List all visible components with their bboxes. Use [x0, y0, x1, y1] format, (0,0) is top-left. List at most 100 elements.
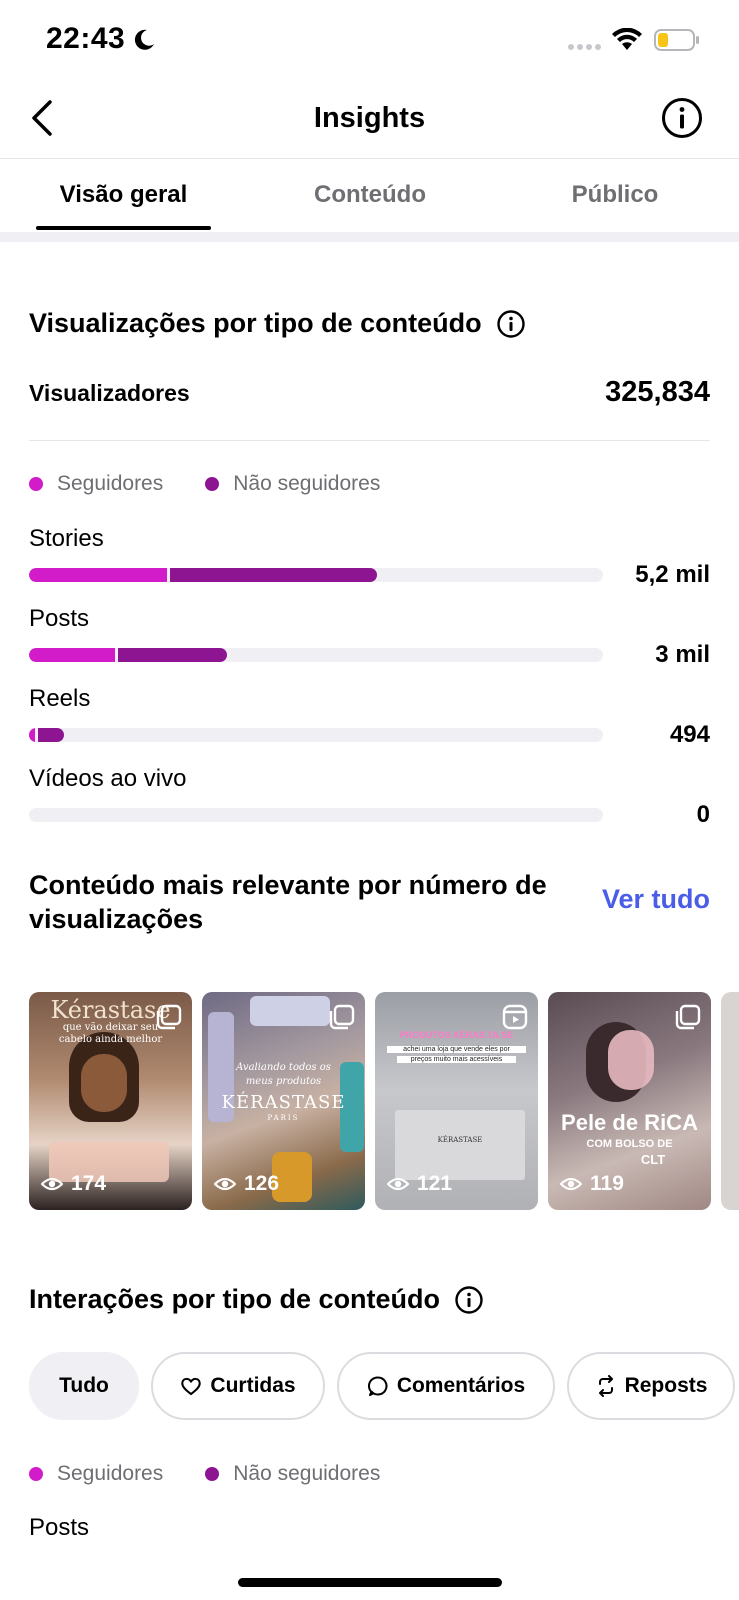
legend-non-followers: Não seguidores: [205, 472, 380, 496]
legend-followers-label: Seguidores: [57, 472, 164, 495]
bar-followers-segment: [29, 568, 167, 582]
legend-non-followers-label: Não seguidores: [233, 472, 381, 495]
tab-publico[interactable]: Público: [525, 181, 705, 209]
repost-icon: [598, 1375, 613, 1397]
interactions-legend: Seguidores Não seguidores: [29, 1462, 422, 1486]
interaction-filter-chips: Tudo Curtidas Comentários Reposts: [29, 1352, 739, 1420]
legend-followers-label: Seguidores: [57, 1462, 164, 1485]
reel-icon: [502, 1004, 528, 1030]
chip-curtidas[interactable]: Curtidas: [151, 1352, 325, 1420]
content-thumbnail[interactable]: Pele de RiCA COM BOLSO DE CLT 119: [548, 992, 711, 1210]
chip-tudo[interactable]: Tudo: [29, 1352, 139, 1420]
status-time: 22:43: [46, 22, 126, 55]
status-bar: 22:43: [0, 0, 739, 80]
chip-label: Comentários: [396, 1374, 526, 1397]
views-section-title: Visualizações por tipo de conteúdo: [29, 308, 526, 339]
view-count-value: 119: [590, 1172, 624, 1195]
views-section-title-text: Visualizações por tipo de conteúdo: [29, 308, 482, 338]
view-count: 126: [214, 1172, 279, 1196]
bar-track: [29, 568, 603, 582]
bar-value: 3 mil: [655, 641, 710, 668]
eye-icon: [214, 1177, 236, 1191]
followers-dot: [29, 477, 43, 491]
bar-label: Posts: [29, 605, 90, 632]
view-count-value: 126: [244, 1172, 280, 1195]
wifi-icon: [612, 28, 642, 50]
thumb-caption-1: Pele de RiCA: [561, 1110, 698, 1135]
cellular-signal-icon: [568, 44, 601, 50]
thumb-caption-3: cabelo ainda melhor: [58, 1034, 163, 1045]
top-content-carousel: Kérastase que vão deixar seu cabelo aind…: [29, 992, 739, 1210]
active-tab-indicator: [36, 226, 211, 230]
legend-followers: Seguidores: [29, 1462, 163, 1486]
thumb-caption-2: COM BOLSO DE: [586, 1138, 673, 1150]
bar-non-followers-segment: [118, 648, 227, 662]
content-thumbnail[interactable]: Kérastase que vão deixar seu cabelo aind…: [29, 992, 192, 1210]
bar-non-followers-segment: [38, 728, 64, 742]
content-thumbnail[interactable]: PRODUTOS KÉRAS.TA.SE achei uma loja que …: [375, 992, 538, 1210]
bar-label: Reels: [29, 685, 91, 712]
interactions-section-title: Interações por tipo de conteúdo: [29, 1284, 484, 1315]
thumb-caption-4: PARIS: [267, 1114, 300, 1122]
view-count: 121: [387, 1172, 452, 1196]
legend-followers: Seguidores: [29, 472, 163, 496]
tab-visao-geral[interactable]: Visão geral: [36, 181, 211, 209]
info-icon[interactable]: [660, 96, 704, 140]
thumb-caption-4: KÉRASTASE: [437, 1136, 483, 1144]
led-mask: [608, 1030, 654, 1090]
bar-track: [29, 808, 603, 822]
viewers-label: Visualizadores: [29, 380, 190, 406]
legend-non-followers-label: Não seguidores: [233, 1462, 381, 1485]
moon-icon: [134, 29, 154, 50]
divider: [29, 440, 710, 441]
bar-track: [29, 648, 603, 662]
see-all-link[interactable]: Ver tudo: [602, 884, 710, 915]
view-count: 119: [560, 1172, 624, 1196]
thumb-caption-3: preços muito mais acessíveis: [397, 1056, 516, 1063]
content-thumbnail[interactable]: Avaliando todos os meus produtos KÉRASTA…: [202, 992, 365, 1210]
product-box: [395, 1110, 525, 1180]
product-jar: [250, 996, 330, 1026]
bar-track: [29, 728, 603, 742]
carousel-icon: [675, 1004, 701, 1030]
navigation-bar: Insights: [0, 80, 739, 158]
comment-icon: [367, 1376, 388, 1396]
home-indicator: [238, 1578, 502, 1587]
legend-non-followers: Não seguidores: [205, 1462, 380, 1486]
views-legend: Seguidores Não seguidores: [29, 472, 422, 496]
chip-label: Reposts: [624, 1374, 708, 1397]
chip-label: Tudo: [59, 1374, 109, 1397]
thumb-caption-2: meus produtos: [245, 1076, 322, 1087]
non-followers-dot: [205, 477, 220, 491]
info-icon[interactable]: [496, 309, 526, 339]
chip-comentarios[interactable]: Comentários: [337, 1352, 555, 1420]
content-thumbnail[interactable]: [721, 992, 739, 1210]
view-count: 174: [41, 1172, 106, 1196]
thumb-caption-1: Avaliando todos os: [236, 1062, 331, 1073]
viewers-value: 325,834: [605, 376, 710, 408]
eye-icon: [41, 1177, 63, 1191]
page-title: Insights: [313, 102, 426, 134]
followers-dot: [29, 1467, 43, 1481]
bar-followers-segment: [29, 728, 35, 742]
bar-label: Stories: [29, 525, 104, 552]
battery-icon: [654, 29, 699, 51]
interactions-section-title-text: Interações por tipo de conteúdo: [29, 1284, 441, 1314]
chip-reposts[interactable]: Reposts: [567, 1352, 735, 1420]
info-icon[interactable]: [454, 1285, 484, 1315]
face-shape: [81, 1054, 127, 1112]
carousel-icon: [329, 1004, 355, 1030]
view-count-value: 121: [417, 1172, 453, 1195]
section-divider: [0, 232, 739, 242]
eye-icon: [387, 1177, 409, 1191]
thumb-caption-1: PRODUTOS KÉRAS.TA.SE: [399, 1030, 514, 1040]
thumb-caption-3: KÉRASTASE: [221, 1092, 346, 1113]
tab-conteudo[interactable]: Conteúdo: [280, 181, 460, 209]
heart-icon: [181, 1377, 202, 1396]
top-content-title: Conteúdo mais relevante por número de vi…: [29, 870, 547, 934]
bar-value: 0: [696, 801, 710, 828]
view-count-value: 174: [71, 1172, 107, 1195]
bar-followers-segment: [29, 648, 115, 662]
bar-value: 494: [669, 721, 710, 748]
eye-icon: [560, 1177, 582, 1191]
